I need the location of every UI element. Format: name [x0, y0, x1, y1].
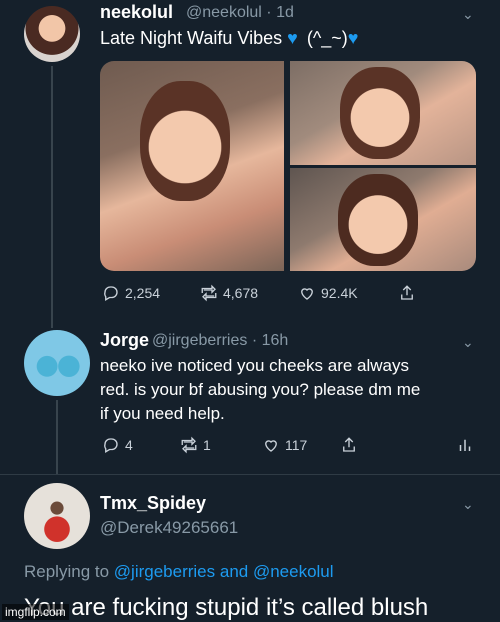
replying-to: Replying to @jirgeberries and @neekolul	[24, 562, 334, 582]
handle-text[interactable]: @jirgeberries	[152, 332, 247, 349]
chevron-down-icon[interactable]: ⌄	[462, 496, 474, 513]
photo-3-subject	[338, 174, 418, 266]
retweet-icon	[181, 436, 197, 454]
chevron-down-icon[interactable]: ⌄	[462, 6, 474, 23]
like-action[interactable]: 117	[262, 436, 307, 454]
tweet-text-main: Late Night Waifu Vibes	[100, 28, 283, 48]
retweet-count: 1	[203, 437, 211, 453]
user-handle: @jirgeberries · 16h	[152, 332, 288, 350]
tweet-line: if you need help.	[100, 404, 225, 423]
thread-line	[51, 66, 53, 328]
reply-action[interactable]: 4	[102, 436, 133, 454]
chevron-down-icon[interactable]: ⌄	[462, 334, 474, 351]
display-name[interactable]: Tmx_Spidey	[100, 493, 206, 514]
replying-users-link[interactable]: @jirgeberries and @neekolul	[114, 562, 334, 581]
reply-icon	[104, 286, 118, 301]
like-count: 92.4K	[321, 285, 358, 301]
handle-text[interactable]: @neekolul	[186, 4, 262, 21]
thread-line	[56, 400, 58, 475]
share-icon	[401, 285, 413, 300]
reply-action[interactable]: 2,254	[102, 284, 160, 302]
reply-count: 4	[125, 437, 133, 453]
tweet-text: neeko ive noticed you cheeks are always …	[100, 354, 420, 426]
share-action[interactable]	[340, 436, 358, 454]
reply-count: 2,254	[125, 285, 161, 301]
retweet-action[interactable]: 4,678	[200, 284, 258, 302]
share-action[interactable]	[398, 284, 416, 302]
retweet-count: 4,678	[223, 285, 259, 301]
replying-prefix: Replying to	[24, 562, 110, 581]
heart-icon	[301, 288, 313, 300]
retweet-action[interactable]: 1	[180, 436, 211, 454]
timestamp[interactable]: · 16h	[252, 332, 288, 349]
timestamp[interactable]: · 1d	[266, 4, 294, 21]
tweet-line: neeko ive noticed you cheeks are always	[100, 356, 410, 375]
avatar-neekolul[interactable]	[24, 6, 80, 62]
blue-heart-icon: ♥	[347, 28, 359, 48]
heart-icon	[265, 440, 277, 452]
avatar-tmx-spidey[interactable]	[24, 483, 90, 549]
like-action[interactable]: 92.4K	[298, 284, 358, 302]
divider	[0, 474, 500, 475]
imgflip-watermark: imgflip.com	[2, 604, 69, 620]
photo-1[interactable]	[100, 61, 284, 271]
handle-text[interactable]: @Derek49265661	[100, 518, 238, 538]
analytics-action[interactable]	[456, 436, 474, 454]
photo-2[interactable]	[290, 61, 476, 165]
reply-icon	[104, 438, 118, 453]
retweet-icon	[201, 284, 217, 302]
photo-2-subject	[340, 67, 420, 159]
photo-3[interactable]	[290, 168, 476, 271]
tweet-line: red. is your bf abusing you? please dm m…	[100, 380, 421, 399]
user-handle: @neekolul · 1d	[186, 4, 294, 22]
tweet-text-emote: (^_~)	[306, 28, 348, 48]
blue-heart-icon: ♥	[287, 28, 298, 48]
photo-1-subject	[140, 81, 230, 201]
analytics-icon	[459, 439, 471, 451]
like-count: 117	[285, 437, 308, 453]
display-name[interactable]: neekolul	[100, 2, 173, 23]
tweet-text: You are fucking stupid it’s called blush	[24, 594, 429, 621]
share-icon	[343, 437, 355, 452]
avatar-jorge[interactable]	[24, 330, 90, 396]
tweet-text: Late Night Waifu Vibes ♥ (^_~)♥	[100, 26, 358, 50]
display-name[interactable]: Jorge	[100, 330, 149, 351]
